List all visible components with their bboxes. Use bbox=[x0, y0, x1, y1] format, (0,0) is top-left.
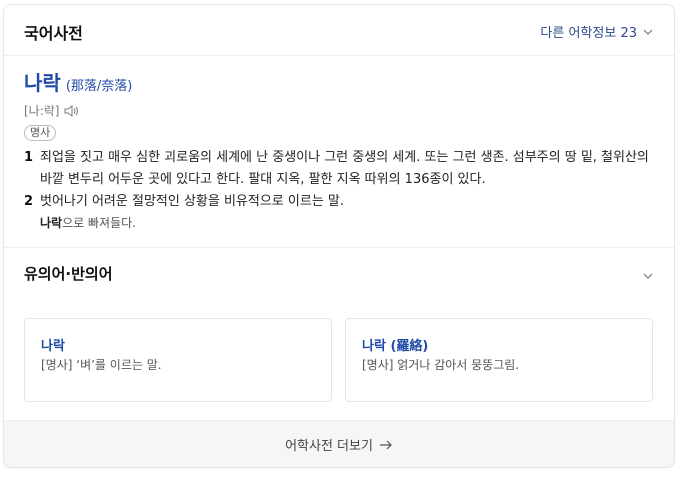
dictionary-entry: 나락 (那落/奈落) [나:락] 명사 1 죄업을 짓고 매우 심한 괴로움의 … bbox=[24, 67, 654, 233]
example-rest: 으로 빠져들다. bbox=[62, 216, 136, 230]
pronunciation-row: [나:락] bbox=[24, 102, 654, 119]
definition-text: 죄업을 짓고 매우 심한 괴로움의 세계에 난 중생이나 그런 중생의 세계. … bbox=[40, 150, 649, 187]
definition-number: 2 bbox=[24, 194, 34, 209]
speaker-icon[interactable] bbox=[64, 104, 80, 118]
definition-number: 1 bbox=[24, 150, 34, 165]
arrow-right-icon bbox=[379, 440, 392, 449]
pronunciation-text: [나:락] bbox=[24, 104, 60, 118]
more-dictionary-label: 어학사전 더보기 bbox=[285, 439, 373, 454]
synonym-description: [명사] 얽거나 감아서 뭉뚱그림. bbox=[362, 358, 520, 372]
more-language-info-label: 다른 어학정보 23 bbox=[540, 26, 637, 41]
entry-word[interactable]: 나락 bbox=[24, 67, 61, 96]
synonym-word[interactable]: 나락 bbox=[41, 335, 65, 354]
example-sentence: 나락으로 빠져들다. bbox=[40, 213, 654, 233]
part-of-speech-badge: 명사 bbox=[24, 125, 57, 141]
chevron-down-icon bbox=[643, 29, 653, 35]
definition-item: 2 벗어나기 어려운 절망적인 상황을 비유적으로 이르는 말. bbox=[24, 191, 654, 213]
synonym-word[interactable]: 나락 (羅絡) bbox=[362, 335, 428, 354]
definition-item: 1 죄업을 짓고 매우 심한 괴로움의 세계에 난 중생이나 그런 중생의 세계… bbox=[24, 147, 654, 191]
more-language-info-button[interactable]: 다른 어학정보 23 bbox=[540, 22, 654, 41]
example-keyword: 나락 bbox=[40, 216, 63, 230]
chevron-down-icon[interactable] bbox=[642, 270, 654, 282]
synonyms-header[interactable]: 유의어·반의어 bbox=[4, 248, 674, 298]
synonym-card[interactable]: 나락 [명사] ‘벼’를 이르는 말. bbox=[24, 318, 332, 402]
dictionary-card: 국어사전 다른 어학정보 23 나락 (那落/奈落) [나:락] 명사 1 죄업… bbox=[3, 4, 675, 468]
entry-hanja: (那落/奈落) bbox=[65, 79, 133, 94]
more-dictionary-button[interactable]: 어학사전 더보기 bbox=[4, 420, 674, 467]
synonyms-title: 유의어·반의어 bbox=[24, 265, 113, 283]
dictionary-header: 국어사전 다른 어학정보 23 bbox=[4, 5, 674, 56]
definition-list: 1 죄업을 짓고 매우 심한 괴로움의 세계에 난 중생이나 그런 중생의 세계… bbox=[24, 147, 654, 233]
synonym-card[interactable]: 나락 (羅絡) [명사] 얽거나 감아서 뭉뚱그림. bbox=[345, 318, 653, 402]
definition-text: 벗어나기 어려운 절망적인 상황을 비유적으로 이르는 말. bbox=[40, 194, 345, 209]
synonym-description: [명사] ‘벼’를 이르는 말. bbox=[41, 358, 162, 372]
dictionary-title: 국어사전 bbox=[24, 24, 83, 43]
